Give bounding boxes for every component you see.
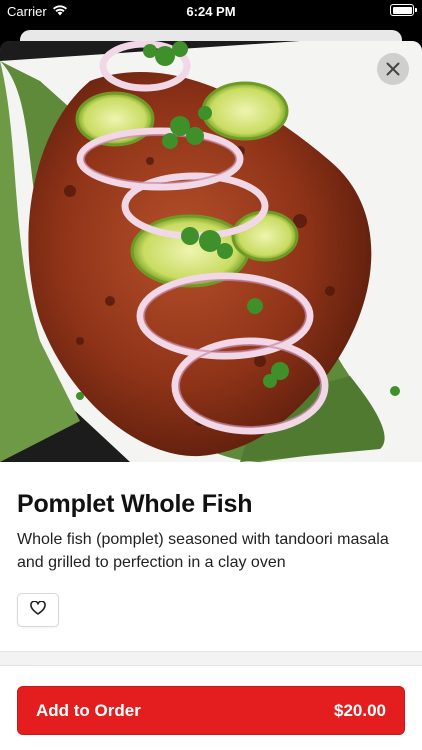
status-bar: Carrier 6:24 PM xyxy=(0,0,422,22)
section-divider xyxy=(0,651,422,665)
close-button[interactable] xyxy=(377,53,409,85)
close-icon xyxy=(386,62,400,76)
status-time: 6:24 PM xyxy=(186,4,236,19)
add-to-order-button[interactable]: Add to Order $20.00 xyxy=(17,686,405,735)
order-price: $20.00 xyxy=(334,700,386,720)
heart-icon xyxy=(30,599,46,620)
item-photo xyxy=(0,41,422,462)
order-footer: Add to Order $20.00 xyxy=(0,665,422,750)
item-title: Pomplet Whole Fish xyxy=(17,490,253,518)
item-description: Whole fish (pomplet) seasoned with tando… xyxy=(17,531,389,571)
item-detail-modal: Pomplet Whole Fish Whole fish (pomplet) … xyxy=(0,41,422,750)
item-info: Pomplet Whole Fish Whole fish (pomplet) … xyxy=(17,488,407,574)
battery-icon xyxy=(390,4,417,16)
favorite-button[interactable] xyxy=(17,593,59,627)
add-to-order-label: Add to Order xyxy=(36,700,141,720)
